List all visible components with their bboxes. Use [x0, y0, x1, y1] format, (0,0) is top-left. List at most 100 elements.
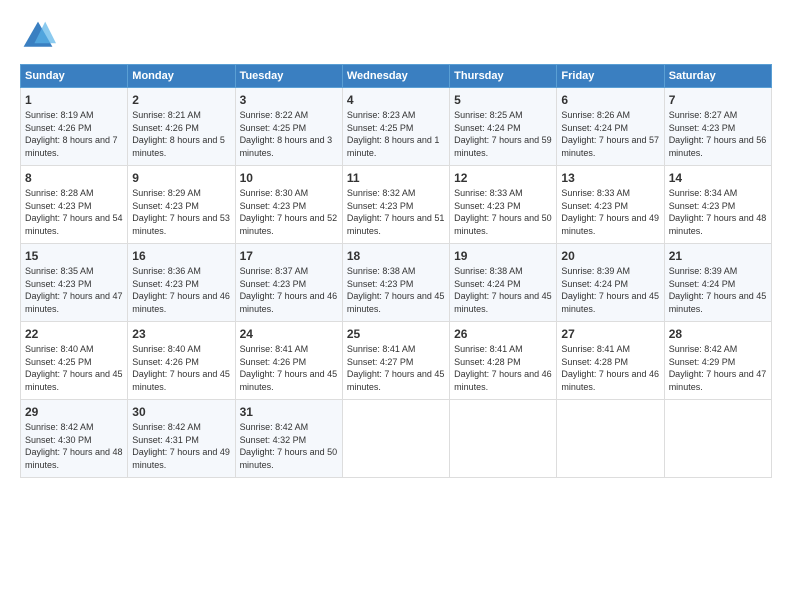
day-number: 25: [347, 326, 445, 342]
day-number: 13: [561, 170, 659, 186]
calendar-cell: 28Sunrise: 8:42 AMSunset: 4:29 PMDayligh…: [664, 322, 771, 400]
col-header-friday: Friday: [557, 65, 664, 88]
week-row-2: 8Sunrise: 8:28 AMSunset: 4:23 PMDaylight…: [21, 166, 772, 244]
calendar-cell: 26Sunrise: 8:41 AMSunset: 4:28 PMDayligh…: [450, 322, 557, 400]
day-info: Sunrise: 8:26 AMSunset: 4:24 PMDaylight:…: [561, 109, 659, 159]
calendar-cell: 10Sunrise: 8:30 AMSunset: 4:23 PMDayligh…: [235, 166, 342, 244]
calendar-cell: 19Sunrise: 8:38 AMSunset: 4:24 PMDayligh…: [450, 244, 557, 322]
day-number: 22: [25, 326, 123, 342]
day-number: 6: [561, 92, 659, 108]
day-info: Sunrise: 8:21 AMSunset: 4:26 PMDaylight:…: [132, 109, 230, 159]
day-number: 14: [669, 170, 767, 186]
col-header-saturday: Saturday: [664, 65, 771, 88]
day-info: Sunrise: 8:19 AMSunset: 4:26 PMDaylight:…: [25, 109, 123, 159]
day-info: Sunrise: 8:34 AMSunset: 4:23 PMDaylight:…: [669, 187, 767, 237]
day-info: Sunrise: 8:36 AMSunset: 4:23 PMDaylight:…: [132, 265, 230, 315]
week-row-1: 1Sunrise: 8:19 AMSunset: 4:26 PMDaylight…: [21, 88, 772, 166]
day-info: Sunrise: 8:25 AMSunset: 4:24 PMDaylight:…: [454, 109, 552, 159]
day-info: Sunrise: 8:41 AMSunset: 4:26 PMDaylight:…: [240, 343, 338, 393]
calendar-cell: 25Sunrise: 8:41 AMSunset: 4:27 PMDayligh…: [342, 322, 449, 400]
day-number: 29: [25, 404, 123, 420]
day-info: Sunrise: 8:38 AMSunset: 4:24 PMDaylight:…: [454, 265, 552, 315]
calendar-cell: 30Sunrise: 8:42 AMSunset: 4:31 PMDayligh…: [128, 400, 235, 478]
day-info: Sunrise: 8:35 AMSunset: 4:23 PMDaylight:…: [25, 265, 123, 315]
col-header-sunday: Sunday: [21, 65, 128, 88]
calendar-cell: [342, 400, 449, 478]
calendar-cell: 12Sunrise: 8:33 AMSunset: 4:23 PMDayligh…: [450, 166, 557, 244]
logo-icon: [20, 18, 56, 54]
day-number: 24: [240, 326, 338, 342]
calendar-cell: 14Sunrise: 8:34 AMSunset: 4:23 PMDayligh…: [664, 166, 771, 244]
day-info: Sunrise: 8:40 AMSunset: 4:25 PMDaylight:…: [25, 343, 123, 393]
day-info: Sunrise: 8:42 AMSunset: 4:31 PMDaylight:…: [132, 421, 230, 471]
day-info: Sunrise: 8:33 AMSunset: 4:23 PMDaylight:…: [561, 187, 659, 237]
calendar-cell: 4Sunrise: 8:23 AMSunset: 4:25 PMDaylight…: [342, 88, 449, 166]
day-info: Sunrise: 8:33 AMSunset: 4:23 PMDaylight:…: [454, 187, 552, 237]
day-info: Sunrise: 8:22 AMSunset: 4:25 PMDaylight:…: [240, 109, 338, 159]
day-info: Sunrise: 8:39 AMSunset: 4:24 PMDaylight:…: [669, 265, 767, 315]
week-row-3: 15Sunrise: 8:35 AMSunset: 4:23 PMDayligh…: [21, 244, 772, 322]
header: [20, 18, 772, 54]
calendar-cell: 7Sunrise: 8:27 AMSunset: 4:23 PMDaylight…: [664, 88, 771, 166]
calendar-cell: 23Sunrise: 8:40 AMSunset: 4:26 PMDayligh…: [128, 322, 235, 400]
calendar-cell: 24Sunrise: 8:41 AMSunset: 4:26 PMDayligh…: [235, 322, 342, 400]
calendar-table: SundayMondayTuesdayWednesdayThursdayFrid…: [20, 64, 772, 478]
calendar-cell: 5Sunrise: 8:25 AMSunset: 4:24 PMDaylight…: [450, 88, 557, 166]
day-info: Sunrise: 8:40 AMSunset: 4:26 PMDaylight:…: [132, 343, 230, 393]
calendar-cell: [557, 400, 664, 478]
calendar-cell: 6Sunrise: 8:26 AMSunset: 4:24 PMDaylight…: [557, 88, 664, 166]
day-number: 18: [347, 248, 445, 264]
day-info: Sunrise: 8:28 AMSunset: 4:23 PMDaylight:…: [25, 187, 123, 237]
day-number: 28: [669, 326, 767, 342]
day-number: 8: [25, 170, 123, 186]
day-number: 2: [132, 92, 230, 108]
calendar-cell: 22Sunrise: 8:40 AMSunset: 4:25 PMDayligh…: [21, 322, 128, 400]
calendar-cell: 2Sunrise: 8:21 AMSunset: 4:26 PMDaylight…: [128, 88, 235, 166]
day-number: 26: [454, 326, 552, 342]
logo: [20, 18, 60, 54]
day-number: 21: [669, 248, 767, 264]
day-number: 30: [132, 404, 230, 420]
week-row-5: 29Sunrise: 8:42 AMSunset: 4:30 PMDayligh…: [21, 400, 772, 478]
calendar-cell: 16Sunrise: 8:36 AMSunset: 4:23 PMDayligh…: [128, 244, 235, 322]
day-number: 4: [347, 92, 445, 108]
day-info: Sunrise: 8:42 AMSunset: 4:32 PMDaylight:…: [240, 421, 338, 471]
day-info: Sunrise: 8:29 AMSunset: 4:23 PMDaylight:…: [132, 187, 230, 237]
day-number: 10: [240, 170, 338, 186]
calendar-cell: 1Sunrise: 8:19 AMSunset: 4:26 PMDaylight…: [21, 88, 128, 166]
col-header-tuesday: Tuesday: [235, 65, 342, 88]
day-info: Sunrise: 8:23 AMSunset: 4:25 PMDaylight:…: [347, 109, 445, 159]
calendar-cell: 15Sunrise: 8:35 AMSunset: 4:23 PMDayligh…: [21, 244, 128, 322]
day-number: 16: [132, 248, 230, 264]
calendar-cell: 8Sunrise: 8:28 AMSunset: 4:23 PMDaylight…: [21, 166, 128, 244]
day-number: 11: [347, 170, 445, 186]
week-row-4: 22Sunrise: 8:40 AMSunset: 4:25 PMDayligh…: [21, 322, 772, 400]
day-number: 3: [240, 92, 338, 108]
day-number: 7: [669, 92, 767, 108]
day-info: Sunrise: 8:42 AMSunset: 4:29 PMDaylight:…: [669, 343, 767, 393]
calendar-cell: 20Sunrise: 8:39 AMSunset: 4:24 PMDayligh…: [557, 244, 664, 322]
calendar-cell: 29Sunrise: 8:42 AMSunset: 4:30 PMDayligh…: [21, 400, 128, 478]
day-info: Sunrise: 8:41 AMSunset: 4:27 PMDaylight:…: [347, 343, 445, 393]
day-number: 5: [454, 92, 552, 108]
day-number: 23: [132, 326, 230, 342]
col-header-thursday: Thursday: [450, 65, 557, 88]
header-row: SundayMondayTuesdayWednesdayThursdayFrid…: [21, 65, 772, 88]
day-info: Sunrise: 8:32 AMSunset: 4:23 PMDaylight:…: [347, 187, 445, 237]
calendar-cell: 13Sunrise: 8:33 AMSunset: 4:23 PMDayligh…: [557, 166, 664, 244]
calendar-cell: 11Sunrise: 8:32 AMSunset: 4:23 PMDayligh…: [342, 166, 449, 244]
calendar-cell: 27Sunrise: 8:41 AMSunset: 4:28 PMDayligh…: [557, 322, 664, 400]
col-header-monday: Monday: [128, 65, 235, 88]
calendar-cell: [450, 400, 557, 478]
day-info: Sunrise: 8:30 AMSunset: 4:23 PMDaylight:…: [240, 187, 338, 237]
calendar-cell: 31Sunrise: 8:42 AMSunset: 4:32 PMDayligh…: [235, 400, 342, 478]
day-info: Sunrise: 8:37 AMSunset: 4:23 PMDaylight:…: [240, 265, 338, 315]
day-number: 27: [561, 326, 659, 342]
calendar-cell: 18Sunrise: 8:38 AMSunset: 4:23 PMDayligh…: [342, 244, 449, 322]
day-info: Sunrise: 8:42 AMSunset: 4:30 PMDaylight:…: [25, 421, 123, 471]
day-info: Sunrise: 8:27 AMSunset: 4:23 PMDaylight:…: [669, 109, 767, 159]
calendar-cell: 9Sunrise: 8:29 AMSunset: 4:23 PMDaylight…: [128, 166, 235, 244]
col-header-wednesday: Wednesday: [342, 65, 449, 88]
day-number: 15: [25, 248, 123, 264]
calendar-cell: [664, 400, 771, 478]
